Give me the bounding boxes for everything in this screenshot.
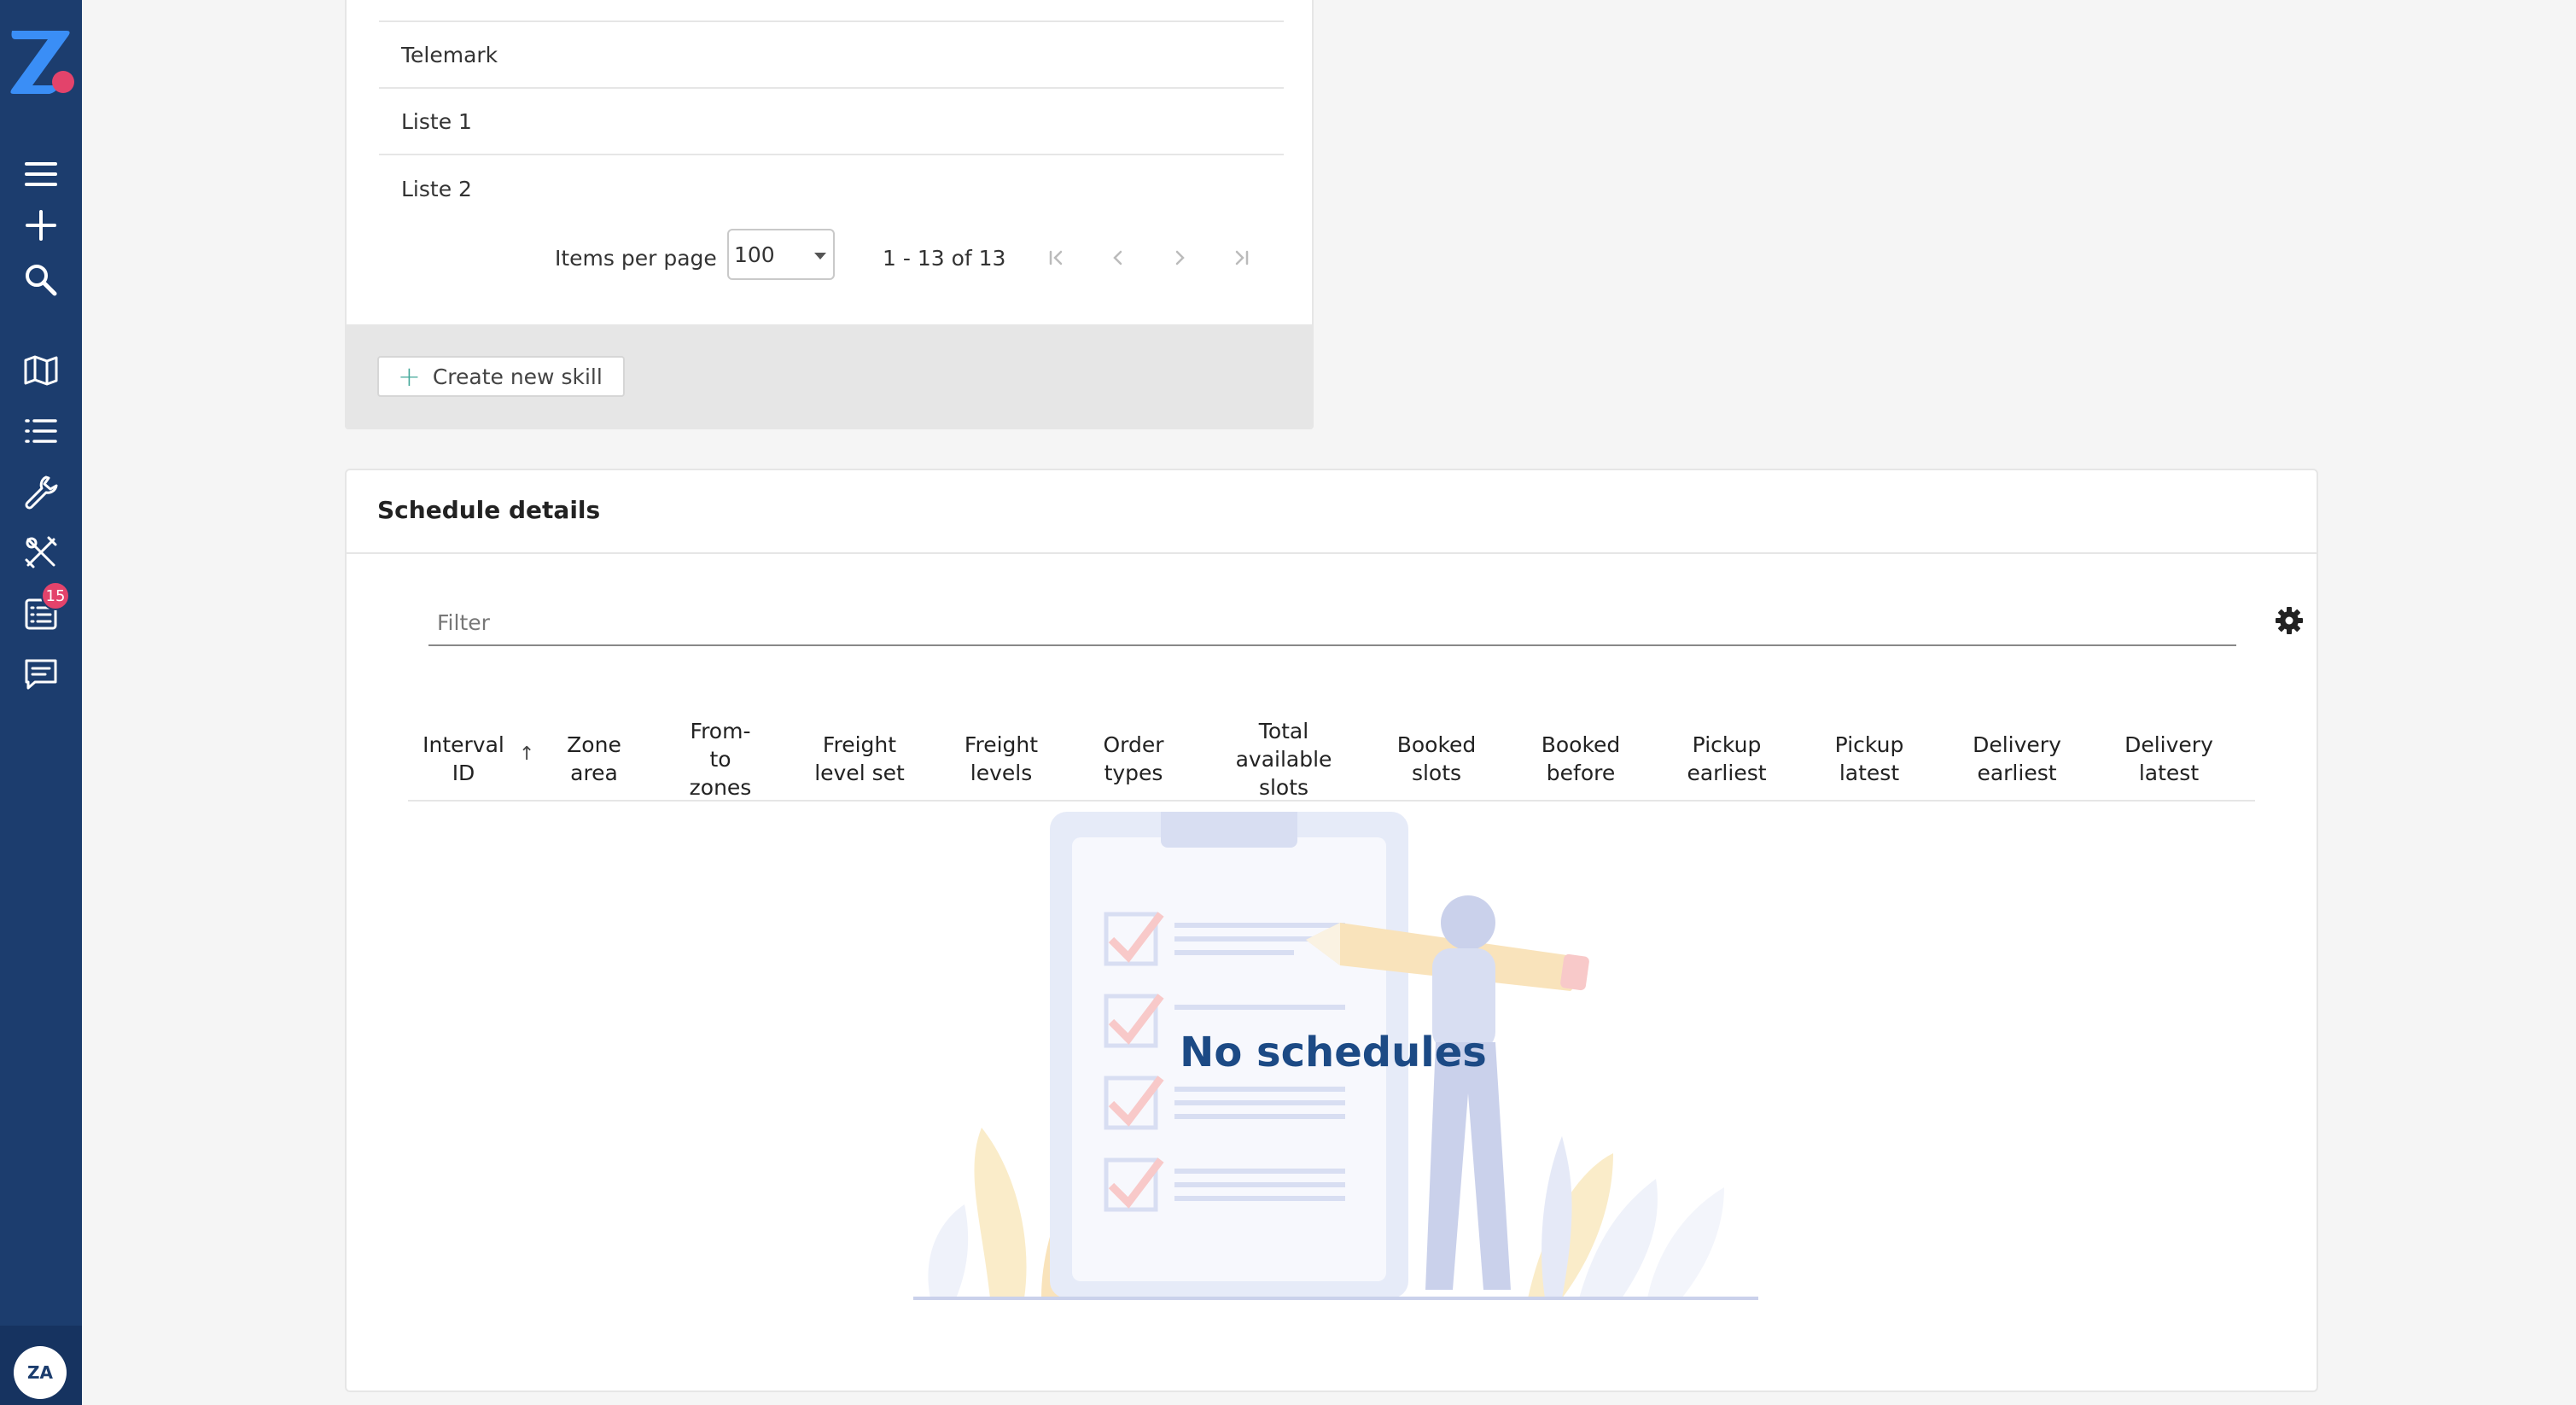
user-avatar[interactable]: ZA bbox=[14, 1346, 67, 1399]
schedule-details-card: Schedule details Interval I bbox=[345, 469, 2318, 1392]
menu-icon[interactable] bbox=[20, 154, 61, 195]
column-header-order-types[interactable]: Order types bbox=[1091, 716, 1176, 802]
items-per-page-label: Items per page bbox=[555, 246, 717, 271]
column-header-freight-level-set[interactable]: Freight level set bbox=[809, 716, 910, 802]
sidebar: 15 ZA bbox=[0, 0, 82, 1405]
create-skill-button[interactable]: + Create new skill bbox=[377, 356, 625, 397]
last-page-icon[interactable] bbox=[1224, 241, 1258, 275]
plus-icon: + bbox=[398, 360, 421, 393]
sort-ascending-icon[interactable]: ↑ bbox=[519, 743, 534, 765]
list-item[interactable]: Telemark bbox=[379, 22, 1284, 89]
tools-icon[interactable] bbox=[20, 532, 61, 573]
create-skill-label: Create new skill bbox=[432, 364, 603, 389]
list-item[interactable]: Liste 1 bbox=[379, 89, 1284, 155]
plus-icon[interactable] bbox=[20, 205, 61, 246]
list-item[interactable]: Liste 2 bbox=[379, 155, 1284, 222]
table-header: Interval ID ↑ Zone area From-to zones Fr… bbox=[408, 716, 2255, 802]
items-per-page-select[interactable]: 100 bbox=[727, 229, 835, 280]
skills-footer: + Create new skill bbox=[347, 324, 1312, 428]
column-header-pickup-earliest[interactable]: Pickup earliest bbox=[1678, 716, 1775, 802]
map-icon[interactable] bbox=[20, 350, 61, 391]
column-header-zone-area[interactable]: Zone area bbox=[553, 716, 635, 802]
notification-badge: 15 bbox=[41, 581, 70, 610]
column-header-booked-before[interactable]: Booked before bbox=[1531, 716, 1630, 802]
next-page-icon[interactable] bbox=[1163, 241, 1197, 275]
gear-icon[interactable] bbox=[2272, 603, 2306, 638]
column-header-interval-id[interactable]: Interval ID bbox=[408, 716, 519, 802]
section-title: Schedule details bbox=[377, 496, 601, 524]
column-header-total-available-slots[interactable]: Total available slots bbox=[1217, 716, 1350, 802]
column-header-from-to-zones[interactable]: From-to zones bbox=[679, 716, 761, 802]
column-header-pickup-latest[interactable]: Pickup latest bbox=[1825, 716, 1914, 802]
column-header-booked-slots[interactable]: Booked slots bbox=[1390, 716, 1483, 802]
chevron-down-icon bbox=[814, 253, 826, 259]
first-page-icon[interactable] bbox=[1040, 241, 1074, 275]
search-icon[interactable] bbox=[20, 259, 61, 300]
empty-state-message: No schedules bbox=[1180, 1029, 1487, 1076]
divider bbox=[347, 552, 2317, 554]
items-per-page-value: 100 bbox=[734, 242, 775, 267]
filter-field bbox=[428, 600, 2303, 646]
paginator: Items per page 100 1 - 13 of 13 bbox=[347, 229, 1312, 289]
column-header-delivery-earliest[interactable]: Delivery earliest bbox=[1961, 716, 2072, 802]
previous-page-icon[interactable] bbox=[1101, 241, 1135, 275]
list-icon[interactable] bbox=[20, 411, 61, 452]
column-header-delivery-latest[interactable]: Delivery latest bbox=[2113, 716, 2224, 802]
chat-icon[interactable] bbox=[20, 654, 61, 695]
column-header-freight-levels[interactable]: Freight levels bbox=[954, 716, 1048, 802]
skills-card: Telemark Liste 1 Liste 2 Items per page … bbox=[345, 0, 1314, 429]
list-item[interactable] bbox=[379, 0, 1284, 22]
page-range-label: 1 - 13 of 13 bbox=[883, 246, 1006, 271]
wrench-icon[interactable] bbox=[20, 471, 61, 512]
filter-input[interactable] bbox=[428, 605, 2136, 639]
app-logo[interactable] bbox=[7, 26, 75, 97]
